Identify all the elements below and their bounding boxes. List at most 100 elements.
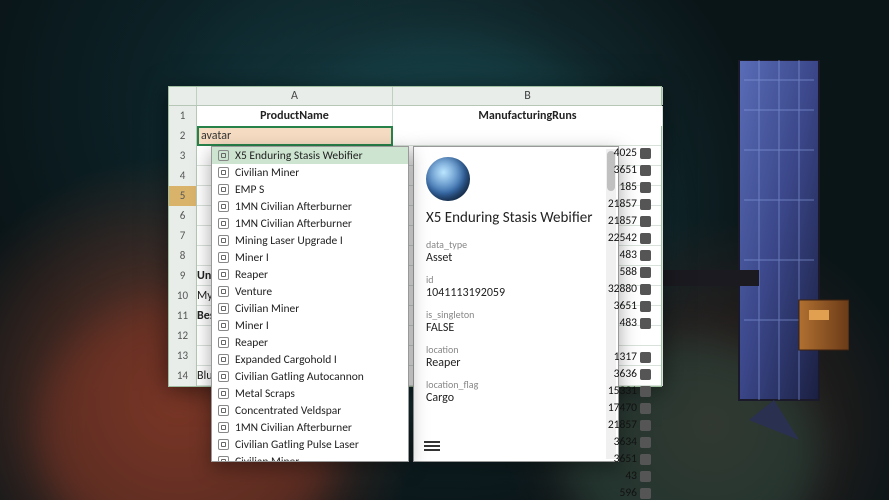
dropdown-item-label: Mining Laser Upgrade I xyxy=(235,234,343,248)
dropdown-item[interactable]: Miner I xyxy=(212,249,408,266)
dropdown-item-label: Concentrated Veldspar xyxy=(235,404,341,418)
autocomplete-dropdown: X5 Enduring Stasis Webifier Civilian Mine… xyxy=(211,146,409,462)
wallpaper-stage: A B 1 ProductName ManufacturingRuns 2 av… xyxy=(0,0,889,500)
dropdown-item[interactable]: Expanded Cargohold I xyxy=(212,351,408,368)
dropdown-item-label: EMP S xyxy=(235,183,264,197)
dropdown-item-label: Metal Scraps xyxy=(235,387,295,401)
detail-field-value: Reaper xyxy=(426,356,606,370)
entity-icon xyxy=(218,320,229,331)
hamburger-icon[interactable] xyxy=(424,439,440,453)
entity-icon xyxy=(218,405,229,416)
entity-icon xyxy=(218,422,229,433)
dropdown-item[interactable]: Reaper xyxy=(212,334,408,351)
dropdown-item-label: Civilian Gatling Pulse Laser xyxy=(235,438,359,452)
dropdown-item-label: Reaper xyxy=(235,268,268,282)
entity-icon xyxy=(218,388,229,399)
dropdown-item-label: Expanded Cargohold I xyxy=(235,353,337,367)
detail-field-key: id xyxy=(426,273,606,286)
row-number[interactable]: 7 xyxy=(169,226,197,246)
spreadsheet-window: A B 1 ProductName ManufacturingRuns 2 av… xyxy=(168,86,662,387)
entity-icon xyxy=(218,235,229,246)
detail-field-value: Asset xyxy=(426,251,606,265)
entity-icon xyxy=(218,303,229,314)
dropdown-item-label: 1MN Civilian Afterburner xyxy=(235,421,352,435)
row-number[interactable]: 9 xyxy=(169,266,197,286)
row-number[interactable]: 8 xyxy=(169,246,197,266)
row-number[interactable]: 13 xyxy=(169,346,197,366)
dropdown-item[interactable]: Mining Laser Upgrade I xyxy=(212,232,408,249)
detail-field-key: is_singleton xyxy=(426,308,606,321)
entity-icon xyxy=(218,201,229,212)
dropdown-item[interactable]: 1MN Civilian Afterburner xyxy=(212,198,408,215)
dropdown-item-label: 1MN Civilian Afterburner xyxy=(235,217,352,231)
column-header-B[interactable]: B xyxy=(393,87,663,105)
entity-icon xyxy=(218,252,229,263)
row-number[interactable]: 1 xyxy=(169,106,197,126)
dropdown-item[interactable]: 1MN Civilian Afterburner xyxy=(212,419,408,436)
row-number[interactable]: 14 xyxy=(169,366,197,386)
column-letter-row: A B xyxy=(169,87,661,106)
entity-icon xyxy=(218,354,229,365)
dropdown-item[interactable]: Reaper xyxy=(212,266,408,283)
dropdown-item[interactable]: Concentrated Veldspar xyxy=(212,402,408,419)
dropdown-item-label: X5 Enduring Stasis Webifier xyxy=(235,149,363,163)
select-all-corner[interactable] xyxy=(169,87,197,105)
dropdown-item-label: Civilian Gatling Autocannon xyxy=(235,370,364,384)
entity-icon xyxy=(218,150,229,161)
header-productname[interactable]: ProductName xyxy=(197,106,393,126)
detail-field: is_singletonFALSE xyxy=(426,308,606,335)
dropdown-item[interactable]: EMP S xyxy=(212,181,408,198)
detail-field-key: location_flag xyxy=(426,378,606,391)
dropdown-item[interactable]: 1MN Civilian Afterburner xyxy=(212,215,408,232)
row-number[interactable]: 3 xyxy=(169,146,197,166)
header-manufacturingruns[interactable]: ManufacturingRuns xyxy=(393,106,663,126)
dropdown-item-label: Civilian Miner xyxy=(235,455,299,463)
header-row: 1 ProductName ManufacturingRuns xyxy=(169,106,661,126)
detail-panel: X5 Enduring Stasis Webifier data_typeAss… xyxy=(413,146,619,462)
entity-icon xyxy=(218,184,229,195)
dropdown-item-label: Reaper xyxy=(235,336,268,350)
dropdown-item[interactable]: Civilian Miner xyxy=(212,300,408,317)
dropdown-item[interactable]: Miner I xyxy=(212,317,408,334)
entity-icon xyxy=(218,218,229,229)
detail-field-value: 1041113192059 xyxy=(426,286,606,300)
dropdown-item-label: 1MN Civilian Afterburner xyxy=(235,200,352,214)
dropdown-item-label: Venture xyxy=(235,285,272,299)
dropdown-item[interactable]: Civilian Miner xyxy=(212,453,408,462)
entity-icon xyxy=(218,456,229,462)
dropdown-item[interactable]: Civilian Gatling Autocannon xyxy=(212,368,408,385)
detail-field: data_typeAsset xyxy=(426,238,606,265)
detail-field: id1041113192059 xyxy=(426,273,606,300)
row-number[interactable]: 10 xyxy=(169,286,197,306)
row-number[interactable]: 4 xyxy=(169,166,197,186)
row-number[interactable]: 11 xyxy=(169,306,197,326)
column-header-A[interactable]: A xyxy=(197,87,393,105)
detail-field: location_flagCargo xyxy=(426,378,606,405)
row-number[interactable]: 6 xyxy=(169,206,197,226)
dropdown-item-label: Civilian Miner xyxy=(235,166,299,180)
cell[interactable] xyxy=(393,126,663,146)
detail-title: X5 Enduring Stasis Webifier xyxy=(426,209,606,228)
row-number[interactable]: 12 xyxy=(169,326,197,346)
dropdown-item[interactable]: Metal Scraps xyxy=(212,385,408,402)
dropdown-item[interactable]: X5 Enduring Stasis Webifier xyxy=(212,147,408,164)
cell-edit-input[interactable]: avatar xyxy=(197,126,393,146)
entity-icon xyxy=(218,269,229,280)
entity-icon xyxy=(218,286,229,297)
dropdown-item-label: Miner I xyxy=(235,251,269,265)
dropdown-item[interactable]: Civilian Miner xyxy=(212,164,408,181)
detail-field-key: location xyxy=(426,343,606,356)
entity-icon xyxy=(218,337,229,348)
row-number[interactable]: 5 xyxy=(169,186,197,206)
dropdown-item-label: Miner I xyxy=(235,319,269,333)
grid-area: 1 ProductName ManufacturingRuns 2 avatar… xyxy=(169,106,661,386)
scrollbar[interactable] xyxy=(606,149,616,459)
row-number[interactable]: 2 xyxy=(169,126,197,146)
row-2-editing: 2 avatar xyxy=(169,126,661,146)
dropdown-item[interactable]: Civilian Gatling Pulse Laser xyxy=(212,436,408,453)
entity-icon xyxy=(218,371,229,382)
detail-field-value: Cargo xyxy=(426,391,606,405)
dropdown-item-label: Civilian Miner xyxy=(235,302,299,316)
detail-field: locationReaper xyxy=(426,343,606,370)
dropdown-item[interactable]: Venture xyxy=(212,283,408,300)
